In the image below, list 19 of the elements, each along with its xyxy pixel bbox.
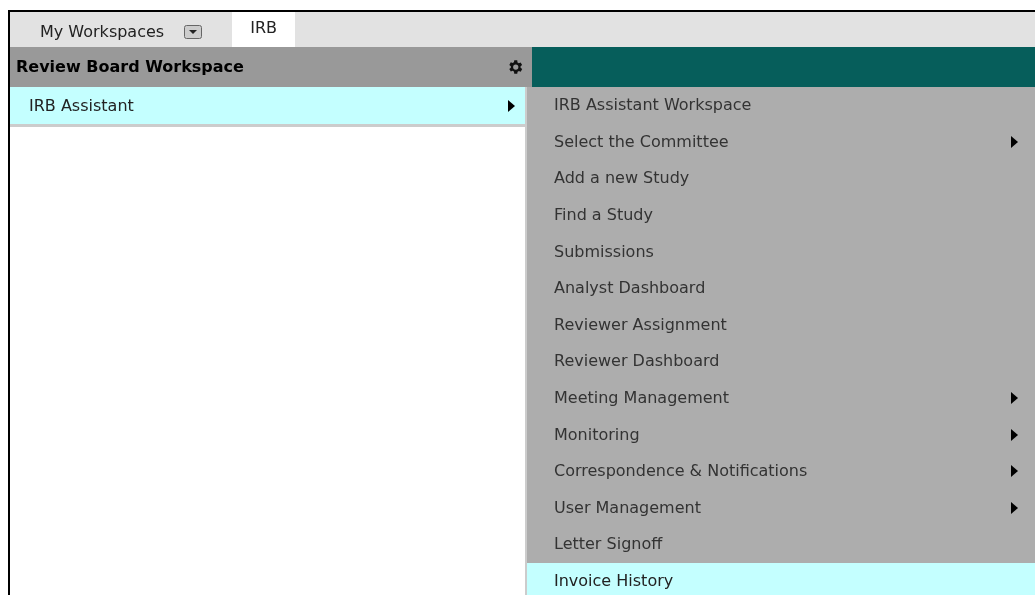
submenu-item[interactable]: Letter Signoff (527, 526, 1035, 563)
dropdown-icon[interactable] (184, 24, 203, 39)
submenu-item[interactable]: Monitoring (527, 416, 1035, 453)
submenu-item[interactable]: Reviewer Assignment (527, 306, 1035, 344)
submenu-item[interactable]: Submissions (527, 233, 1035, 270)
submenu-item[interactable]: Invoice History (527, 562, 1035, 595)
workspace-title: Review Board Workspace (16, 56, 244, 78)
submenu-item[interactable]: User Management (527, 489, 1035, 527)
submenu-item[interactable]: Meeting Management (527, 379, 1035, 417)
submenu-item[interactable]: Analyst Dashboard (527, 269, 1035, 307)
submenu-item[interactable]: Select the Committee (527, 123, 1035, 161)
workspace-tab[interactable]: IRB (232, 12, 295, 47)
workspace-menu-item[interactable]: IRB Assistant (10, 87, 525, 127)
workspace-tab[interactable]: My Workspaces (10, 12, 233, 47)
submenu-item[interactable]: Reviewer Dashboard (527, 343, 1035, 380)
submenu-item[interactable]: IRB Assistant Workspace (527, 87, 1035, 124)
submenu-item[interactable]: Correspondence & Notifications (527, 452, 1035, 490)
submenu-item[interactable]: Add a new Study (527, 160, 1035, 197)
submenu-item[interactable]: Find a Study (527, 196, 1035, 234)
